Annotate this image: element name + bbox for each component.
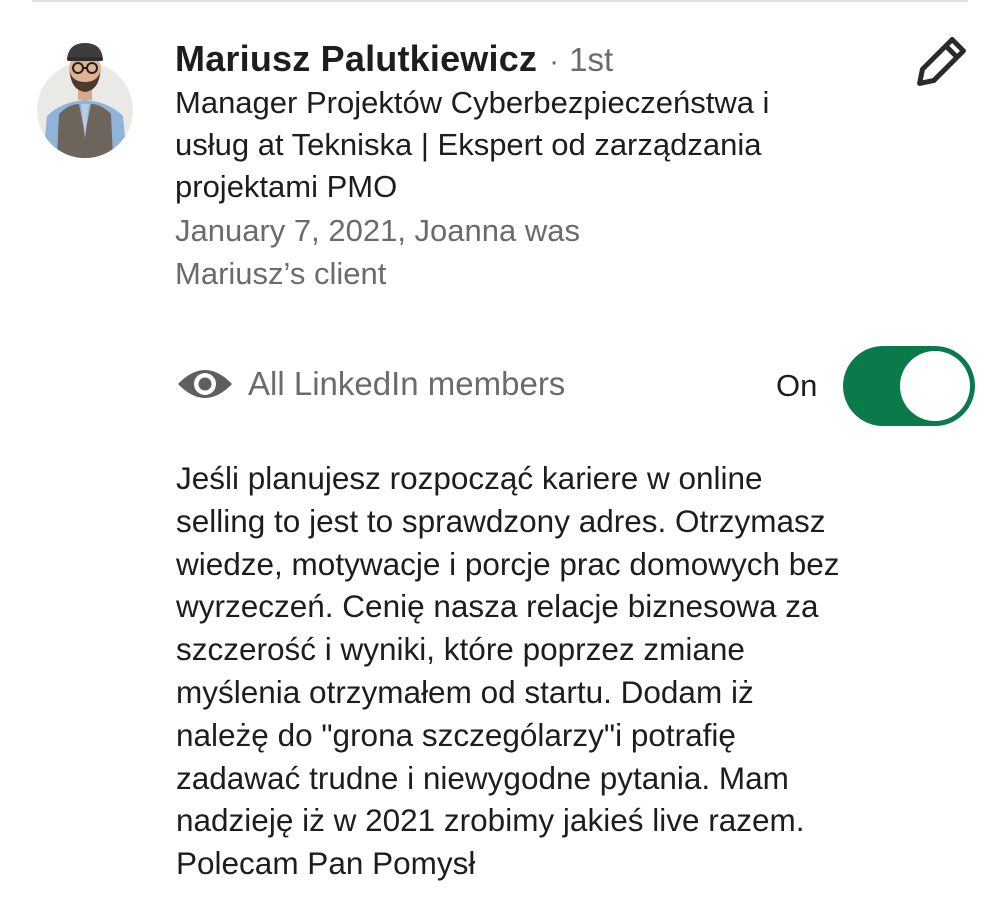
separator: · (549, 45, 560, 78)
author-name[interactable]: Mariusz Palutkiewicz (175, 38, 537, 80)
visibility-label: All LinkedIn members (248, 365, 566, 402)
recommendation-text: Jeśli planujesz rozpocząć kariere w onli… (176, 460, 840, 882)
eye-icon (178, 370, 232, 398)
pencil-icon[interactable] (908, 35, 968, 95)
author-headline: Manager Projektów Cyberbezpieczeństwa i … (175, 85, 770, 204)
top-divider (32, 0, 968, 2)
recommendation-card: Mariusz Palutkiewicz · 1st Manager Proje… (0, 0, 1000, 904)
visibility-toggle[interactable] (843, 346, 975, 426)
connection-degree: 1st (569, 41, 614, 78)
toggle-knob[interactable] (900, 351, 970, 421)
name-row: Mariusz Palutkiewicz · 1st (175, 38, 875, 80)
toggle-state-label: On (776, 368, 818, 403)
visibility-row: All LinkedIn members (176, 364, 565, 404)
avatar[interactable] (37, 38, 133, 158)
relationship-info: January 7, 2021, Joanna was Mariusz’s cl… (175, 213, 580, 291)
recommendation-header: Mariusz Palutkiewicz · 1st Manager Proje… (175, 38, 875, 295)
